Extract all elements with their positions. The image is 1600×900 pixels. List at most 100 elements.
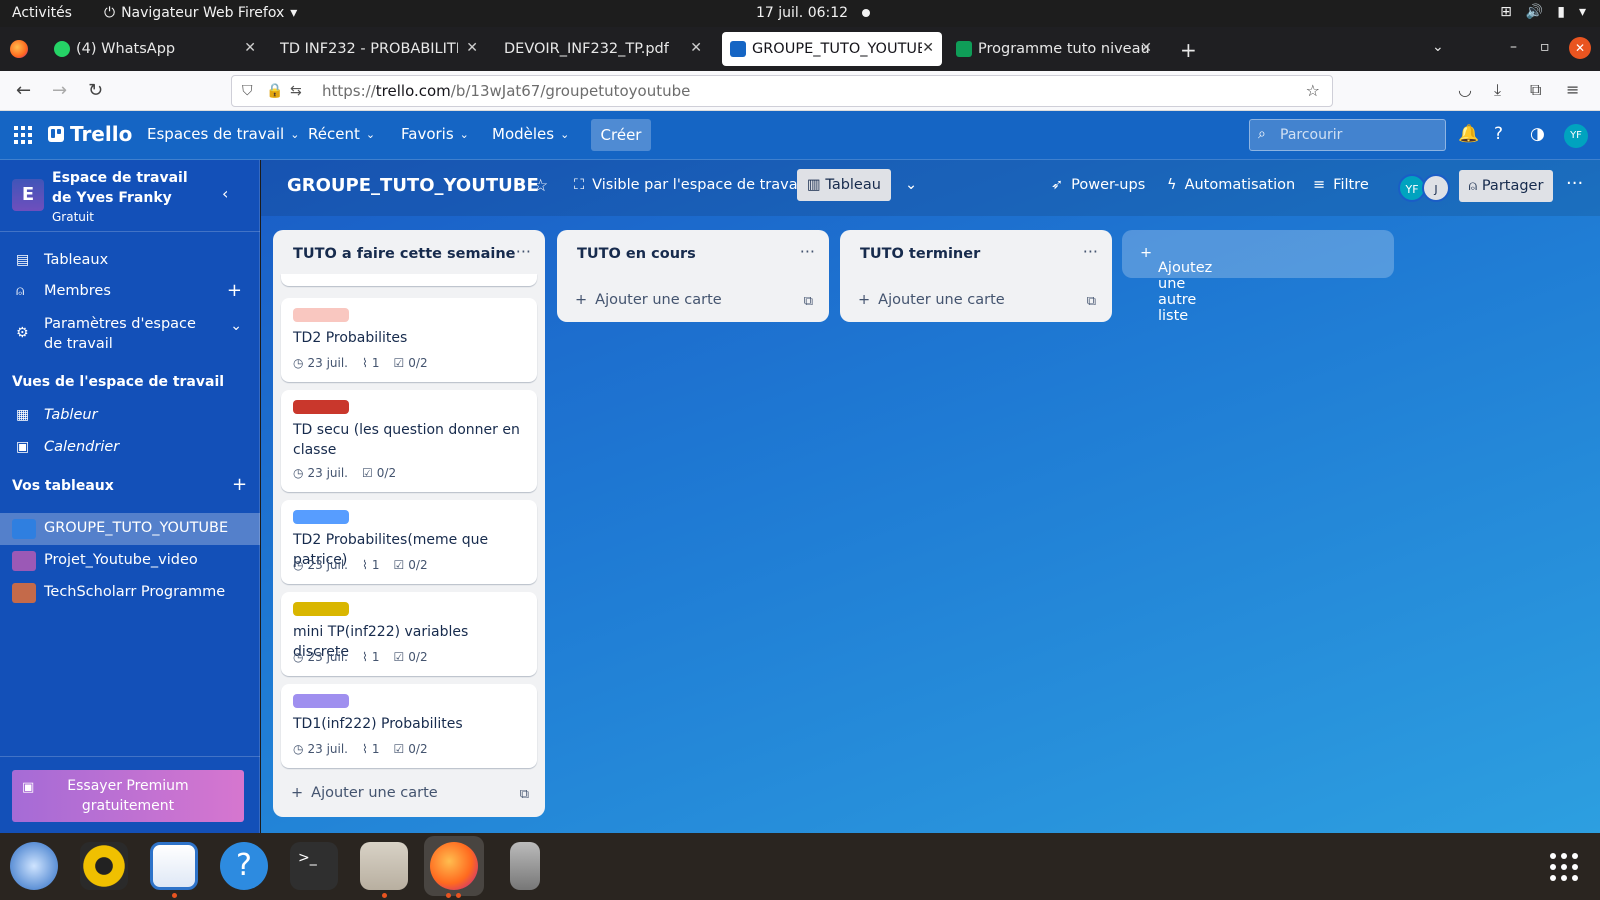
usb-drive-icon[interactable] (510, 842, 540, 890)
board-view-button[interactable]: ▥ Tableau (797, 169, 891, 201)
thunderbird-icon[interactable] (10, 842, 58, 890)
list-all-tabs-icon[interactable]: ⌄ (1432, 39, 1444, 55)
show-applications-icon[interactable] (1550, 853, 1578, 881)
collapse-sidebar-icon[interactable]: ‹ (222, 184, 228, 203)
close-icon[interactable]: ✕ (690, 40, 702, 56)
reload-icon[interactable]: ↻ (88, 80, 103, 101)
filter-icon: ≡ (1313, 177, 1326, 193)
share-button[interactable]: ⍝ Partager (1459, 170, 1553, 202)
more-icon[interactable]: ··· (1566, 173, 1583, 194)
due-date-badge: ◷ 23 juil. (293, 558, 348, 572)
sidebar-item-calendar-view[interactable]: ▣ Calendrier (0, 439, 260, 461)
activities-button[interactable]: Activités (12, 5, 72, 21)
sidebar-item-table-view[interactable]: ▦ Tableur (0, 407, 260, 429)
filter-button[interactable]: ≡ Filtre (1313, 177, 1369, 193)
forward-icon[interactable]: → (52, 80, 67, 101)
list-menu-icon[interactable]: ··· (1083, 242, 1098, 261)
close-icon[interactable]: ✕ (1140, 40, 1152, 56)
create-button[interactable]: Créer (591, 119, 651, 151)
views-chevron-icon[interactable]: ⌄ (905, 177, 917, 193)
pocket-icon[interactable]: ◡ (1458, 80, 1472, 99)
card-template-icon[interactable]: ⧉ (1087, 294, 1096, 309)
list-menu-icon[interactable]: ··· (800, 242, 815, 261)
back-icon[interactable]: ← (16, 80, 31, 101)
add-card-button[interactable]: + Ajouter une carte (858, 292, 1005, 308)
system-tray[interactable]: ⊞ 🔊 ▮ ▾ (1500, 4, 1586, 20)
menu-favorites[interactable]: Favoris ⌄ (401, 125, 469, 143)
trello-logo-text: Trello (70, 122, 133, 146)
tab-devoir-pdf[interactable]: DEVOIR_INF232_TP.pdf ✕ (496, 32, 710, 66)
card-partial[interactable] (281, 274, 537, 286)
theme-icon[interactable]: ◑ (1530, 124, 1545, 144)
add-card-button[interactable]: + Ajouter une carte (291, 785, 438, 801)
board-title[interactable]: GROUPE_TUTO_YOUTUBE (287, 175, 539, 196)
downloads-icon[interactable]: ⤓ (1494, 80, 1501, 100)
writer-icon[interactable] (150, 842, 198, 890)
trello-logo[interactable]: Trello (48, 122, 132, 146)
sidebar-board-projet-youtube[interactable]: Projet_Youtube_video (0, 545, 260, 577)
new-tab-button[interactable]: + (1180, 38, 1197, 62)
extensions-icon[interactable]: ⧉ (1530, 80, 1541, 100)
sidebar-board-groupe-tuto[interactable]: GROUPE_TUTO_YOUTUBE (0, 513, 260, 545)
close-icon[interactable]: ✕ (466, 40, 478, 56)
tab-programme-tuto[interactable]: Programme tuto niveau 2 ✕ (948, 32, 1160, 66)
add-board-icon[interactable]: + (232, 474, 247, 495)
member-avatar[interactable]: J (1422, 174, 1450, 202)
tab-td-inf232[interactable]: TD INF232 - PROBABILITES - ✕ (272, 32, 486, 66)
list-title[interactable]: TUTO en cours (577, 246, 696, 262)
list-title[interactable]: TUTO a faire cette semaine (293, 246, 516, 262)
shield-icon[interactable]: ⛉ (242, 83, 253, 99)
sidebar-item-boards[interactable]: ▤ Tableaux (0, 252, 260, 274)
minimize-icon[interactable]: – (1510, 39, 1517, 55)
help-icon[interactable]: ? (220, 842, 268, 890)
add-card-button[interactable]: + Ajouter une carte (575, 292, 722, 308)
permissions-icon[interactable]: ⇆ (290, 83, 302, 99)
clock[interactable]: 17 juil. 06:12 (756, 5, 871, 21)
visibility-button[interactable]: ⛶ Visible par l'espace de travail (574, 177, 806, 193)
menu-recent[interactable]: Récent ⌄ (308, 125, 375, 143)
card[interactable]: TD1(inf222) Probabilites ◷ 23 juil. ⌇ 1 ☑ 0… (281, 684, 537, 768)
list-title[interactable]: TUTO terminer (860, 246, 980, 262)
chevron-down-icon[interactable]: ⌄ (230, 318, 242, 334)
maximize-icon[interactable]: ▫ (1540, 39, 1550, 55)
star-icon[interactable]: ☆ (533, 176, 548, 196)
search-input[interactable]: ⌕ Parcourir (1249, 119, 1446, 151)
card[interactable]: TD2 Probabilites ◷ 23 juil. ⌇ 1 ☑ 0/2 (281, 298, 537, 382)
rhythmbox-icon[interactable] (80, 842, 128, 890)
terminal-icon[interactable]: >_ (290, 842, 338, 890)
tab-groupe-tuto-youtube[interactable]: GROUPE_TUTO_YOUTUBE ✕ (722, 32, 942, 66)
close-icon[interactable]: ✕ (922, 40, 934, 56)
sidebar-item-members[interactable]: ⍝ Membres + (0, 280, 260, 305)
card-template-icon[interactable]: ⧉ (804, 294, 813, 309)
account-avatar[interactable]: YF (1564, 124, 1588, 148)
try-premium-button[interactable]: ▣ Essayer Premium gratuitement (12, 770, 244, 822)
app-menu[interactable]: ⏻ Navigateur Web Firefox ▾ (104, 5, 297, 21)
tab-whatsapp[interactable]: (4) WhatsApp ✕ (46, 32, 264, 66)
menu-workspaces[interactable]: Espaces de travail ⌄ (147, 125, 299, 143)
card[interactable]: TD2 Probabilites(meme que patrice) ◷ 23 j… (281, 500, 537, 584)
sidebar-board-techscholarr[interactable]: TechScholarr Programme (0, 577, 260, 609)
files-icon[interactable] (360, 842, 408, 890)
bookmark-star-icon[interactable]: ☆ (1306, 81, 1320, 100)
add-member-icon[interactable]: + (227, 280, 242, 301)
system-top-bar: Activités ⏻ Navigateur Web Firefox ▾ 17 … (0, 0, 1600, 27)
apps-switcher-icon[interactable] (14, 126, 32, 144)
list-menu-icon[interactable]: ··· (516, 242, 531, 261)
window-close-icon[interactable]: ✕ (1569, 37, 1591, 59)
card-template-icon[interactable]: ⧉ (520, 787, 529, 802)
notifications-icon[interactable]: 🔔 (1458, 124, 1479, 144)
add-list-button[interactable]: + Ajoutez une autre liste (1122, 230, 1394, 324)
workspace-name[interactable]: Espace de travail de Yves Franky (52, 168, 212, 208)
close-icon[interactable]: ✕ (244, 40, 256, 56)
menu-icon[interactable]: ≡ (1566, 80, 1579, 99)
sidebar-item-settings[interactable]: ⚙ Paramètres d'espace de travail ⌄ (0, 314, 260, 354)
lock-icon[interactable]: 🔒 (266, 83, 283, 99)
help-icon[interactable]: ? (1494, 124, 1503, 144)
url-bar[interactable]: ⛉ 🔒 ⇆ https://trello.com/b/13wJat67/grou… (231, 75, 1333, 107)
menu-templates[interactable]: Modèles ⌄ (492, 125, 569, 143)
powerups-button[interactable]: ➶ Power-ups (1051, 177, 1145, 193)
card[interactable]: mini TP(inf222) variables discrete ◷ 23 j… (281, 592, 537, 676)
firefox-icon[interactable] (430, 842, 478, 890)
card[interactable]: TD secu (les question donner en classe ◷… (281, 390, 537, 492)
automation-button[interactable]: ϟ Automatisation (1167, 177, 1295, 193)
